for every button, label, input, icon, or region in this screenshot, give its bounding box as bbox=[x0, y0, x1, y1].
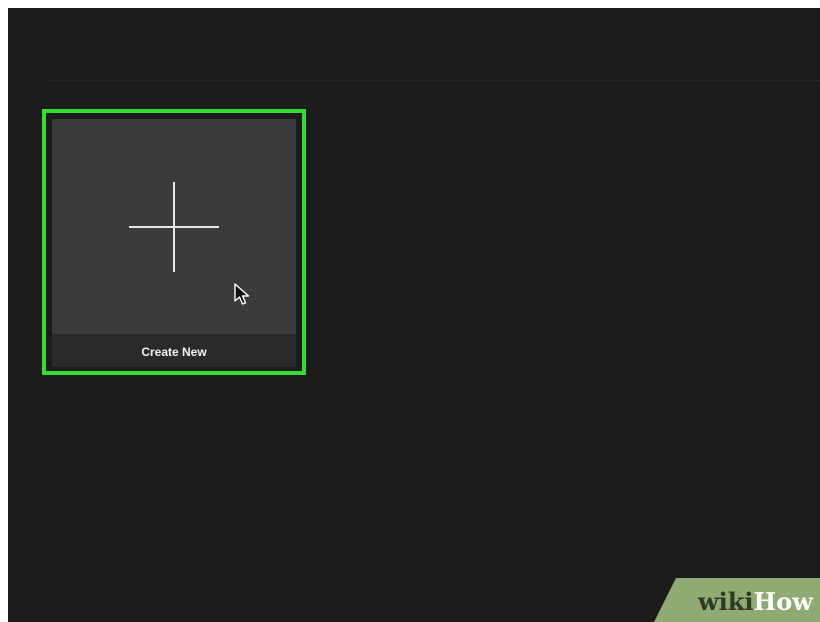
tile-thumbnail[interactable] bbox=[52, 119, 296, 334]
mouse-pointer-icon bbox=[234, 283, 250, 305]
plus-icon bbox=[129, 182, 219, 272]
wikihow-watermark: wikiHow bbox=[698, 587, 813, 616]
app-window: Create New bbox=[8, 8, 820, 622]
create-new-label: Create New bbox=[141, 345, 207, 359]
create-new-tile[interactable]: Create New bbox=[52, 119, 296, 367]
header-divider bbox=[48, 80, 820, 81]
